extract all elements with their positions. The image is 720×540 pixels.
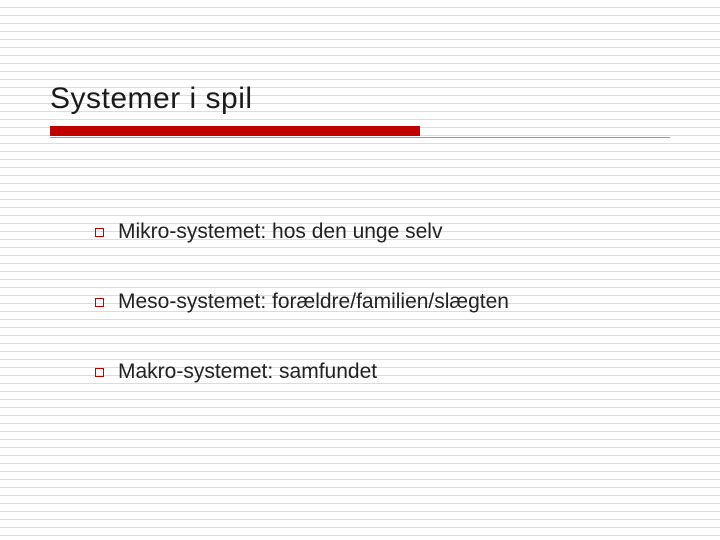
title-underline-thin [50, 137, 670, 138]
square-bullet-icon [95, 228, 104, 237]
list-item-text: Meso-systemet: forældre/familien/slægten [118, 290, 509, 314]
list-item-text: Makro-systemet: samfundet [118, 360, 377, 384]
title-underline-thick [50, 126, 420, 136]
list-item: Mikro-systemet: hos den unge selv [95, 220, 442, 244]
list-item-text: Mikro-systemet: hos den unge selv [118, 220, 442, 244]
slide: Systemer i spil Mikro-systemet: hos den … [0, 0, 720, 540]
square-bullet-icon [95, 298, 104, 307]
list-item: Makro-systemet: samfundet [95, 360, 377, 384]
ruled-background [0, 0, 720, 540]
slide-title: Systemer i spil [50, 82, 253, 116]
list-item: Meso-systemet: forældre/familien/slægten [95, 290, 509, 314]
square-bullet-icon [95, 368, 104, 377]
